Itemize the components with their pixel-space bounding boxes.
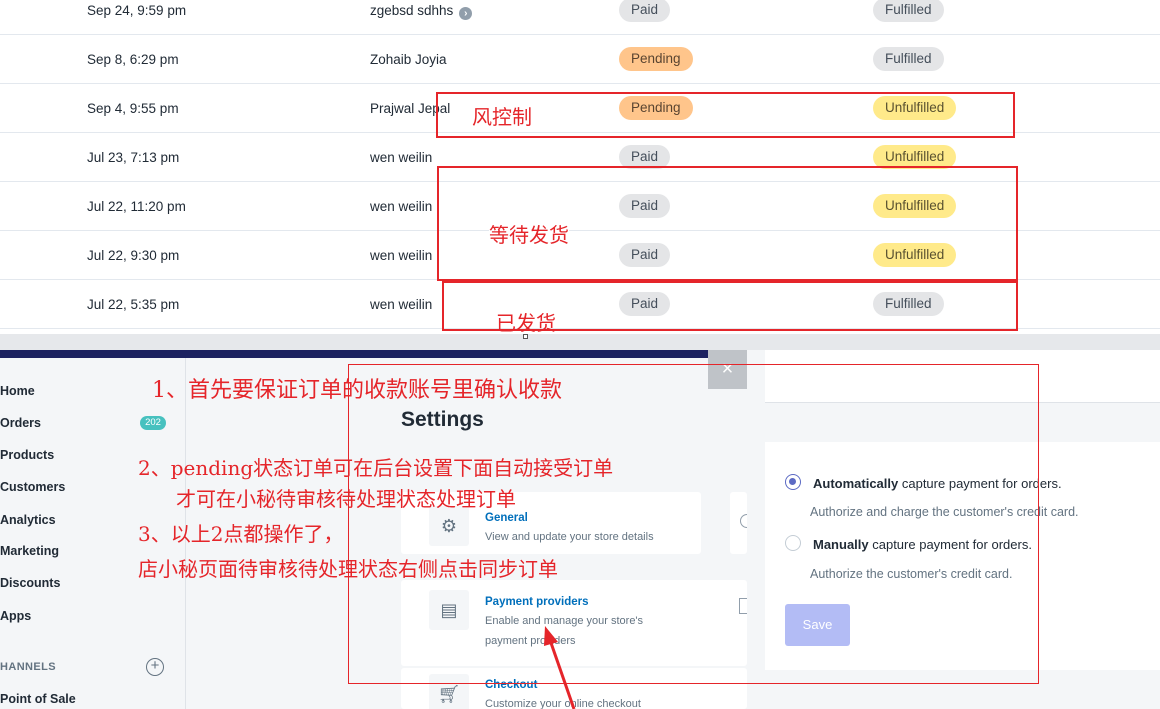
risk-control-note: 风控制 — [472, 101, 532, 130]
sidebar-item-marketing[interactable]: Marketing — [0, 544, 59, 558]
customer-info-icon[interactable]: › — [459, 7, 473, 20]
instruction-step-3-line-1: 3、以上2点都操作了， — [138, 522, 344, 546]
payment-status-badge: Paid — [619, 0, 671, 22]
order-customer[interactable]: zgebsd sdhhs › — [370, 0, 473, 35]
order-customer[interactable]: wen weilin — [370, 280, 432, 329]
order-date: Sep 4, 9:55 pm — [87, 101, 179, 116]
customer-name: zgebsd sdhhs — [370, 3, 454, 18]
instruction-step-3-line-2: 店小秘页面待审核待处理状态右侧点击同步订单 — [138, 557, 558, 581]
order-date: Sep 24, 9:59 pm — [87, 3, 187, 18]
payment-status-badge: Pending — [619, 47, 693, 71]
order-date: Jul 22, 5:35 pm — [87, 297, 180, 312]
customer-name: Zohaib Joyia — [370, 52, 447, 67]
order-date: Jul 22, 9:30 pm — [87, 248, 180, 263]
admin-panel: Home Orders 202 Products Customers Analy… — [0, 350, 1160, 709]
top-bar — [0, 350, 747, 358]
sidebar-item-discounts[interactable]: Discounts — [0, 576, 60, 590]
instruction-highlight-box — [348, 364, 1039, 684]
add-channel-icon[interactable]: + — [146, 658, 164, 676]
sidebar-item-customers[interactable]: Customers — [0, 480, 65, 494]
sidebar-item-apps[interactable]: Apps — [0, 609, 31, 623]
sidebar-item-orders[interactable]: Orders — [0, 416, 41, 430]
sidebar-item-point-of-sale[interactable]: Point of Sale — [0, 692, 76, 706]
order-date: Jul 23, 7:13 pm — [87, 150, 180, 165]
checkout-desc: Customize your online checkout — [485, 698, 641, 709]
order-date: Jul 22, 11:20 pm — [87, 199, 186, 214]
order-customer[interactable]: Zohaib Joyia — [370, 35, 447, 84]
sales-channels-heading: HANNELS — [0, 661, 56, 673]
customer-name: wen weilin — [370, 297, 433, 312]
order-customer[interactable]: wen weilin — [370, 182, 432, 231]
screenshot-divider — [0, 334, 1160, 350]
sidebar-item-products[interactable]: Products — [0, 448, 54, 462]
instruction-step-2-line-1: 2、pending状态订单可在后台设置下面自动接受订单 — [138, 456, 614, 480]
sidebar-item-analytics[interactable]: Analytics — [0, 513, 56, 527]
awaiting-shipment-note: 等待发货 — [489, 219, 569, 248]
order-date: Sep 8, 6:29 pm — [87, 52, 179, 67]
order-row[interactable]: Sep 24, 9:59 pm zgebsd sdhhs › Paid Fulfille… — [0, 0, 1160, 35]
resize-handle — [523, 334, 528, 339]
customer-name: wen weilin — [370, 199, 433, 214]
order-customer[interactable]: wen weilin — [370, 231, 432, 280]
fulfillment-status-badge: Fulfilled — [873, 0, 944, 22]
orders-table: Sep 24, 9:59 pm zgebsd sdhhs › Paid Fulfille… — [0, 0, 1160, 338]
sidebar-item-home[interactable]: Home — [0, 384, 35, 398]
order-customer[interactable]: wen weilin — [370, 133, 432, 182]
instruction-step-2-line-2: 才可在小秘待审核待处理状态处理订单 — [176, 487, 516, 511]
customer-name: wen weilin — [370, 248, 433, 263]
customer-name: wen weilin — [370, 150, 433, 165]
instruction-step-1: 1、首先要保证订单的收款账号里确认收款 — [152, 378, 562, 403]
fulfillment-status-badge: Fulfilled — [873, 47, 944, 71]
shipped-note: 已发货 — [496, 311, 556, 335]
orders-count-badge: 202 — [140, 416, 166, 430]
order-row[interactable]: Sep 8, 6:29 pm Zohaib Joyia Pending Fulfill… — [0, 35, 1160, 84]
